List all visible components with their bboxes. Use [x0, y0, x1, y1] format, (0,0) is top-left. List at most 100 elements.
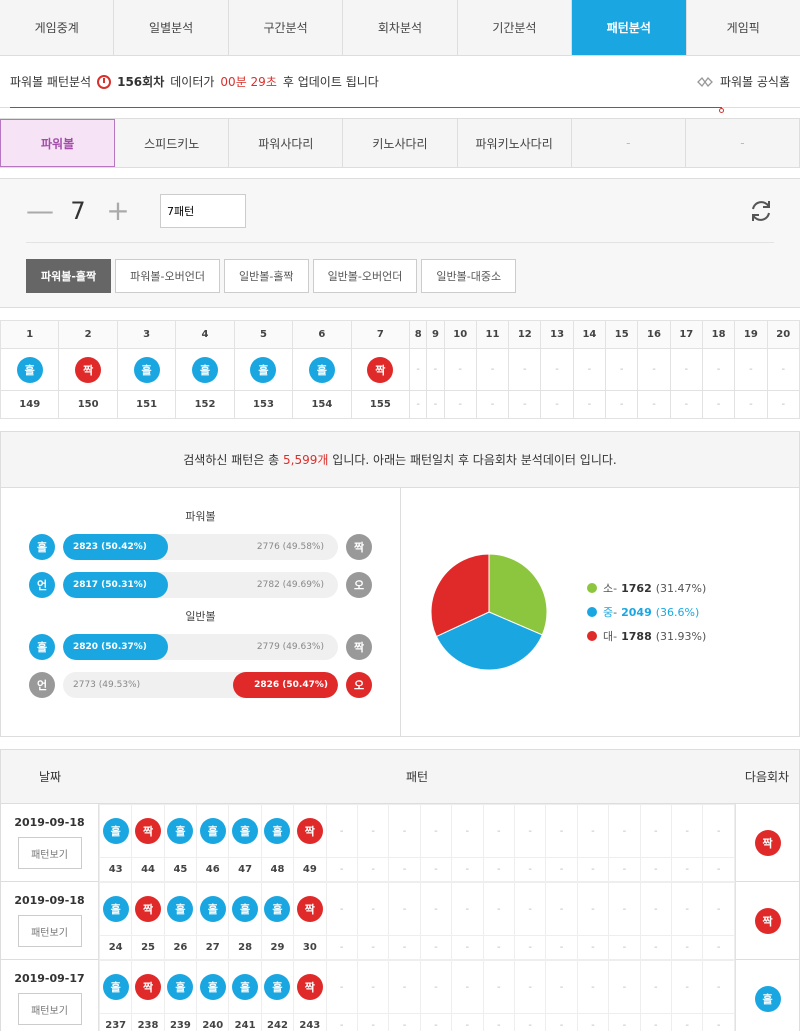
- pattern-ball: 홀: [250, 356, 277, 383]
- legend-item: 대 - 1788 (31.93%): [587, 624, 706, 648]
- history-cell: -: [670, 803, 704, 859]
- round-number: -: [409, 390, 428, 419]
- pattern-cell: 홀: [292, 348, 352, 391]
- history-round: -: [356, 935, 390, 960]
- history-cell: -: [670, 959, 704, 1015]
- history-cell: -: [702, 959, 735, 1015]
- game-tab[interactable]: 키노사다리: [343, 119, 458, 167]
- game-tab[interactable]: 스피드키노: [115, 119, 230, 167]
- history-round: 243: [293, 1013, 327, 1031]
- pattern-type-button[interactable]: 일반볼-대중소: [421, 259, 517, 293]
- history-round: 46: [196, 857, 230, 882]
- round-number: 151: [116, 390, 177, 419]
- game-tab[interactable]: 파워사다리: [229, 119, 344, 167]
- history-round: -: [388, 857, 421, 882]
- history-cell: -: [576, 803, 610, 859]
- history-round: -: [576, 857, 610, 882]
- history-round: -: [451, 1013, 484, 1031]
- nav-tab[interactable]: 일별분석: [114, 0, 229, 55]
- history-round: 239: [163, 1013, 198, 1031]
- history-cell: 홀: [163, 881, 198, 937]
- position-number: 11: [475, 320, 510, 349]
- round-number: -: [669, 390, 703, 419]
- round-number: -: [508, 390, 542, 419]
- pattern-ball: 홀: [133, 356, 160, 383]
- view-pattern-button[interactable]: 패턴보기: [17, 915, 82, 947]
- nav-tab[interactable]: 게임픽: [687, 0, 800, 55]
- history-cell: -: [482, 959, 515, 1015]
- history-round: -: [482, 1013, 515, 1031]
- history-round: -: [325, 857, 358, 882]
- refresh-icon[interactable]: [748, 198, 774, 224]
- game-tab[interactable]: -: [572, 119, 686, 167]
- round-number: -: [605, 390, 639, 419]
- history-round: -: [639, 1013, 672, 1031]
- official-link[interactable]: 파워볼 공식홈: [696, 73, 790, 90]
- history-round: -: [325, 935, 358, 960]
- view-pattern-button[interactable]: 패턴보기: [17, 837, 82, 869]
- summary-post: 입니다. 아래는 패턴일치 후 다음회차 분석데이터 입니다.: [332, 453, 617, 467]
- game-tab[interactable]: 파워키노사다리: [458, 119, 572, 167]
- history-round: 49: [293, 857, 327, 882]
- pattern-cell: -: [734, 348, 768, 391]
- lose-label: 2773 (49.53%): [73, 680, 141, 690]
- history-cell: -: [513, 881, 547, 937]
- history-round: -: [325, 1013, 358, 1031]
- legend-dot: [587, 607, 597, 617]
- pattern-cell: -: [605, 348, 639, 391]
- history-cell: -: [702, 803, 735, 859]
- pattern-type-button[interactable]: 파워볼-오버언더: [115, 259, 220, 293]
- round-number: 154: [292, 390, 352, 419]
- view-pattern-button[interactable]: 패턴보기: [17, 993, 82, 1025]
- nav-tab[interactable]: 기간분석: [458, 0, 573, 55]
- pattern-cell: -: [475, 348, 510, 391]
- pattern-type-button[interactable]: 일반볼-홀짝: [223, 259, 309, 293]
- nav-tab[interactable]: 회차분석: [343, 0, 458, 55]
- pattern-ball: 짝: [75, 356, 102, 383]
- history-round: -: [670, 1013, 704, 1031]
- history-cell: -: [451, 803, 484, 859]
- normalball-title: 일반볼: [185, 610, 216, 623]
- history-round: 237: [98, 1013, 133, 1031]
- win-fill: 2820 (50.37%): [63, 634, 169, 660]
- next-result-ball: 짝: [754, 907, 781, 934]
- pattern-cell: -: [426, 348, 445, 391]
- pattern-type-button[interactable]: 파워볼-홀짝: [26, 259, 112, 293]
- game-tab[interactable]: -: [686, 119, 800, 167]
- history-round: 43: [98, 857, 133, 882]
- legend-dot: [587, 631, 597, 641]
- nav-tab[interactable]: 패턴분석: [572, 0, 687, 55]
- history-cell: -: [670, 881, 704, 937]
- position-number: 9: [426, 320, 445, 349]
- history-cell: -: [419, 803, 453, 859]
- nav-tab[interactable]: 게임중계: [0, 0, 115, 55]
- history-round: -: [419, 1013, 453, 1031]
- legend-pct: (36.6%): [655, 605, 700, 619]
- round-number: -: [475, 390, 510, 419]
- game-tab[interactable]: 파워볼: [0, 119, 116, 167]
- history-round: -: [639, 935, 672, 960]
- history-cell: 짝: [293, 881, 327, 937]
- pattern-count: 7: [70, 196, 86, 225]
- history-next-cell: 짝: [735, 882, 799, 959]
- history-cell: -: [482, 803, 515, 859]
- pattern-input[interactable]: [160, 193, 246, 228]
- history-ball: 홀: [199, 896, 226, 923]
- stats-panel: 검색하신 패턴은 총 5,599개 입니다. 아래는 패턴일치 후 다음회차 분…: [0, 431, 800, 737]
- history-round: 27: [196, 935, 230, 960]
- increase-button[interactable]: +: [106, 194, 130, 227]
- history-cell: -: [388, 803, 421, 859]
- legend-label: 대: [603, 630, 614, 643]
- progress-line: [10, 107, 722, 108]
- left-ball: 언: [29, 572, 55, 598]
- history-date-cell: 2019-09-18 패턴보기: [1, 882, 99, 959]
- history-ball: 짝: [135, 818, 162, 845]
- nav-tab[interactable]: 구간분석: [229, 0, 344, 55]
- position-number: 19: [734, 320, 768, 349]
- col-next: 다음회차: [744, 770, 790, 784]
- history-cell: -: [419, 881, 453, 937]
- pattern-type-button[interactable]: 일반볼-오버언더: [312, 259, 418, 293]
- decrease-button[interactable]: —: [26, 194, 54, 227]
- powerball-title: 파워볼: [185, 510, 216, 523]
- history-ball: 홀: [199, 974, 226, 1001]
